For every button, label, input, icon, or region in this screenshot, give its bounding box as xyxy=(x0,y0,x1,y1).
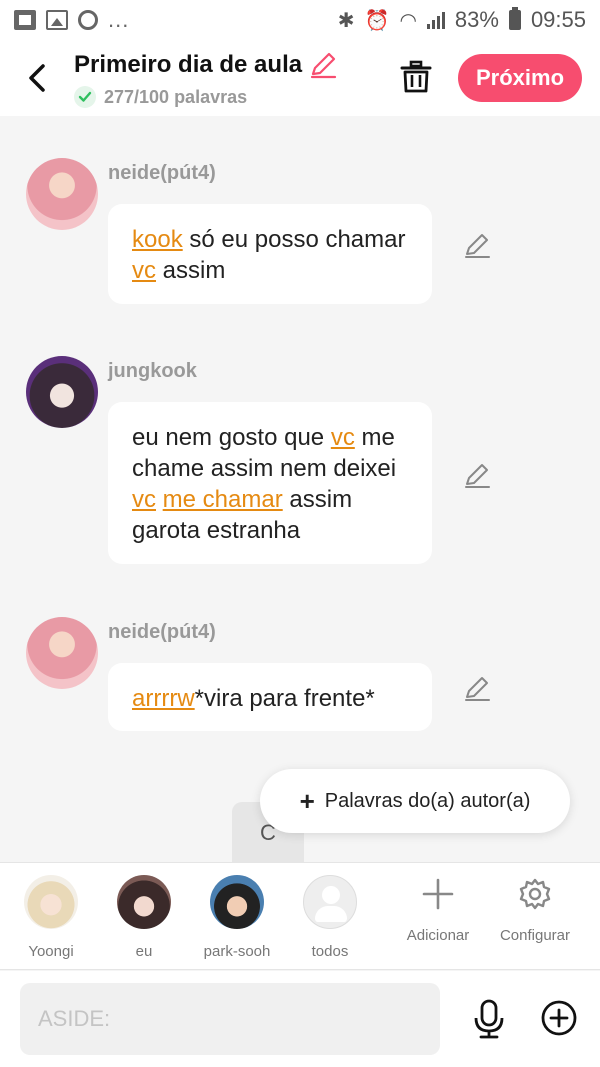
trash-icon[interactable] xyxy=(400,60,432,94)
chapter-header: Primeiro dia de aula 277/100 palavras Pr… xyxy=(0,40,600,116)
word-count: 277/100 palavras xyxy=(104,86,248,107)
battery-icon xyxy=(508,7,521,30)
highlighted-word[interactable]: vc xyxy=(132,257,156,284)
message-text: só eu posso chamar xyxy=(182,226,406,253)
highlighted-word[interactable]: me chamar xyxy=(163,486,283,513)
gallery-icon xyxy=(46,10,68,30)
next-button[interactable]: Próximo xyxy=(458,54,582,102)
character-todos[interactable]: todos xyxy=(290,875,370,960)
add-character-button[interactable]: Adicionar xyxy=(390,877,486,944)
character-name: Yoongi xyxy=(28,943,74,960)
back-button[interactable] xyxy=(22,58,52,98)
character-park-sooh[interactable]: park-sooh xyxy=(197,875,277,960)
check-icon xyxy=(74,86,96,108)
title-block: Primeiro dia de aula 277/100 palavras xyxy=(74,50,338,108)
highlighted-word[interactable]: vc xyxy=(331,424,355,451)
avatar xyxy=(117,875,171,929)
character-strip: Yoongi eu park-sooh todos Adicionar Conf… xyxy=(0,862,600,970)
highlighted-word[interactable]: kook xyxy=(132,226,183,253)
avatar[interactable] xyxy=(26,617,98,689)
more-notifications: ... xyxy=(108,7,130,32)
avatar xyxy=(210,875,264,929)
alarm-icon: ⏰ xyxy=(364,9,390,32)
clock: 09:55 xyxy=(530,7,586,32)
microphone-icon[interactable] xyxy=(470,999,508,1039)
avatar[interactable] xyxy=(26,356,98,428)
character-name: todos xyxy=(311,943,349,960)
edit-message-pencil-icon[interactable] xyxy=(462,461,492,491)
plus-icon xyxy=(422,878,454,910)
aside-input[interactable] xyxy=(20,983,440,1055)
author-words-label: Palavras do(a) autor(a) xyxy=(324,789,531,812)
composer-bar xyxy=(0,971,600,1067)
add-circle-icon[interactable] xyxy=(540,999,578,1037)
message-author: neide(pút4) xyxy=(108,621,216,643)
back-arrow-icon xyxy=(29,64,45,92)
author-words-button[interactable]: + Palavras do(a) autor(a) xyxy=(260,769,570,833)
message-author: neide(pút4) xyxy=(108,162,216,184)
avatar[interactable] xyxy=(26,158,98,230)
message-text: assim xyxy=(156,257,226,284)
edit-message-pencil-icon[interactable] xyxy=(462,674,492,704)
signal-icon xyxy=(426,11,445,29)
message-bubble[interactable]: kook só eu posso chamar vc assim xyxy=(108,204,432,304)
highlighted-word[interactable]: vc xyxy=(132,486,156,513)
character-name: eu xyxy=(135,943,153,960)
status-right: ✱ ⏰ ◠ 83% 09:55 xyxy=(338,7,586,33)
message-bubble[interactable]: arrrrw*vira para frente* xyxy=(108,663,432,731)
avatar xyxy=(24,875,78,929)
message-text: *vira para frente* xyxy=(194,685,375,712)
status-bar: ... ✱ ⏰ ◠ 83% 09:55 xyxy=(0,0,600,40)
wifi-icon: ◠ xyxy=(399,9,417,32)
edit-message-pencil-icon[interactable] xyxy=(462,231,492,261)
sync-icon xyxy=(78,10,98,30)
edit-title-pencil-icon[interactable] xyxy=(308,50,338,80)
highlighted-word[interactable]: arrrrw xyxy=(132,685,195,712)
battery-percent: 83% xyxy=(454,7,499,32)
title-row: Primeiro dia de aula xyxy=(74,50,338,80)
message-bubble[interactable]: eu nem gosto que vc me chame assim nem d… xyxy=(108,402,432,564)
character-eu[interactable]: eu xyxy=(104,875,184,960)
message-author: jungkook xyxy=(108,360,197,382)
message-text xyxy=(156,486,163,513)
status-left: ... xyxy=(14,7,129,33)
chapter-title[interactable]: Primeiro dia de aula xyxy=(74,51,302,79)
settings-button[interactable]: Configurar xyxy=(487,877,583,944)
settings-label: Configurar xyxy=(499,927,571,944)
character-yoongi[interactable]: Yoongi xyxy=(11,875,91,960)
gear-icon xyxy=(519,878,551,910)
character-name: park-sooh xyxy=(203,943,271,960)
bluetooth-icon: ✱ xyxy=(337,9,355,32)
add-label: Adicionar xyxy=(406,927,470,944)
plus-icon: + xyxy=(299,785,315,816)
word-count-row: 277/100 palavras xyxy=(74,86,338,108)
user-placeholder-icon xyxy=(303,875,357,929)
flipboard-icon xyxy=(14,10,36,30)
message-text: eu nem gosto que xyxy=(132,424,331,451)
